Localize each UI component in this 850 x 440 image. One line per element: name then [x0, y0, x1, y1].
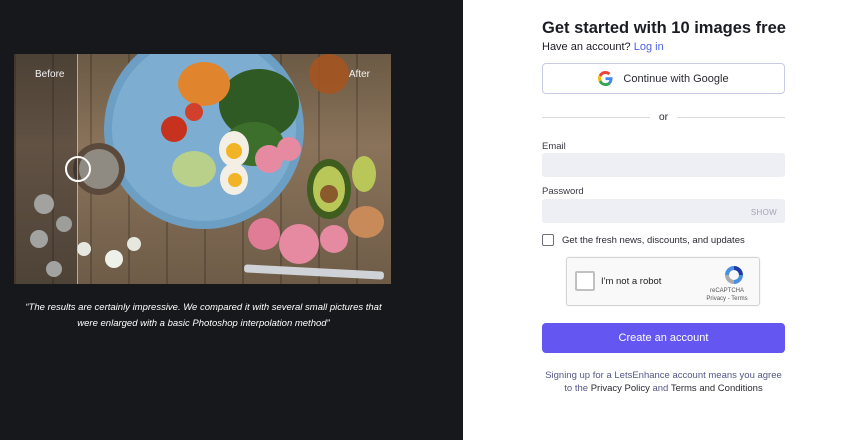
before-after-image[interactable]: Before After [14, 54, 391, 284]
create-account-button[interactable]: Create an account [542, 323, 785, 353]
show-password-toggle[interactable]: SHOW [751, 208, 777, 217]
left-panel: Before After “The results are certainly … [0, 0, 463, 440]
email-label: Email [542, 141, 566, 152]
testimonial-quote: “The results are certainly impressive. W… [25, 302, 382, 329]
login-link[interactable]: Log in [634, 41, 664, 53]
continue-with-google-button[interactable]: Continue with Google [542, 63, 785, 94]
comparison-slider-handle[interactable] [65, 156, 91, 182]
google-icon [598, 71, 613, 86]
recaptcha-links[interactable]: Privacy - Terms [702, 295, 752, 303]
password-label: Password [542, 186, 584, 197]
terms-conditions-link[interactable]: Terms and Conditions [671, 383, 763, 394]
newsletter-label: Get the fresh news, discounts, and updat… [562, 234, 745, 246]
or-divider: or [542, 110, 785, 124]
newsletter-row: Get the fresh news, discounts, and updat… [542, 234, 745, 246]
after-label: After [348, 69, 370, 80]
password-field[interactable] [542, 199, 785, 223]
divider-line-right [677, 117, 785, 118]
recaptcha-label: I'm not a robot [601, 276, 662, 287]
terms-text: Signing up for a LetsEnhance account mea… [542, 369, 785, 395]
email-field[interactable] [542, 153, 785, 177]
terms-and: and [652, 383, 669, 394]
page-title: Get started with 10 images free [542, 19, 786, 37]
newsletter-checkbox[interactable] [542, 234, 554, 246]
before-label: Before [35, 69, 65, 80]
recaptcha-branding: reCAPTCHA Privacy - Terms [702, 287, 752, 303]
recaptcha-brand: reCAPTCHA [709, 288, 744, 294]
google-button-label: Continue with Google [623, 72, 729, 85]
recaptcha-widget: I'm not a robot reCAPTCHA Privacy - Term… [566, 257, 760, 306]
privacy-policy-link[interactable]: Privacy Policy [591, 383, 650, 394]
have-account-text: Have an account? Log in [542, 41, 664, 53]
recaptcha-logo-icon [725, 266, 743, 284]
have-account-label: Have an account? [542, 41, 631, 53]
signup-panel: Get started with 10 images free Have an … [463, 0, 850, 440]
recaptcha-checkbox[interactable] [575, 271, 595, 291]
